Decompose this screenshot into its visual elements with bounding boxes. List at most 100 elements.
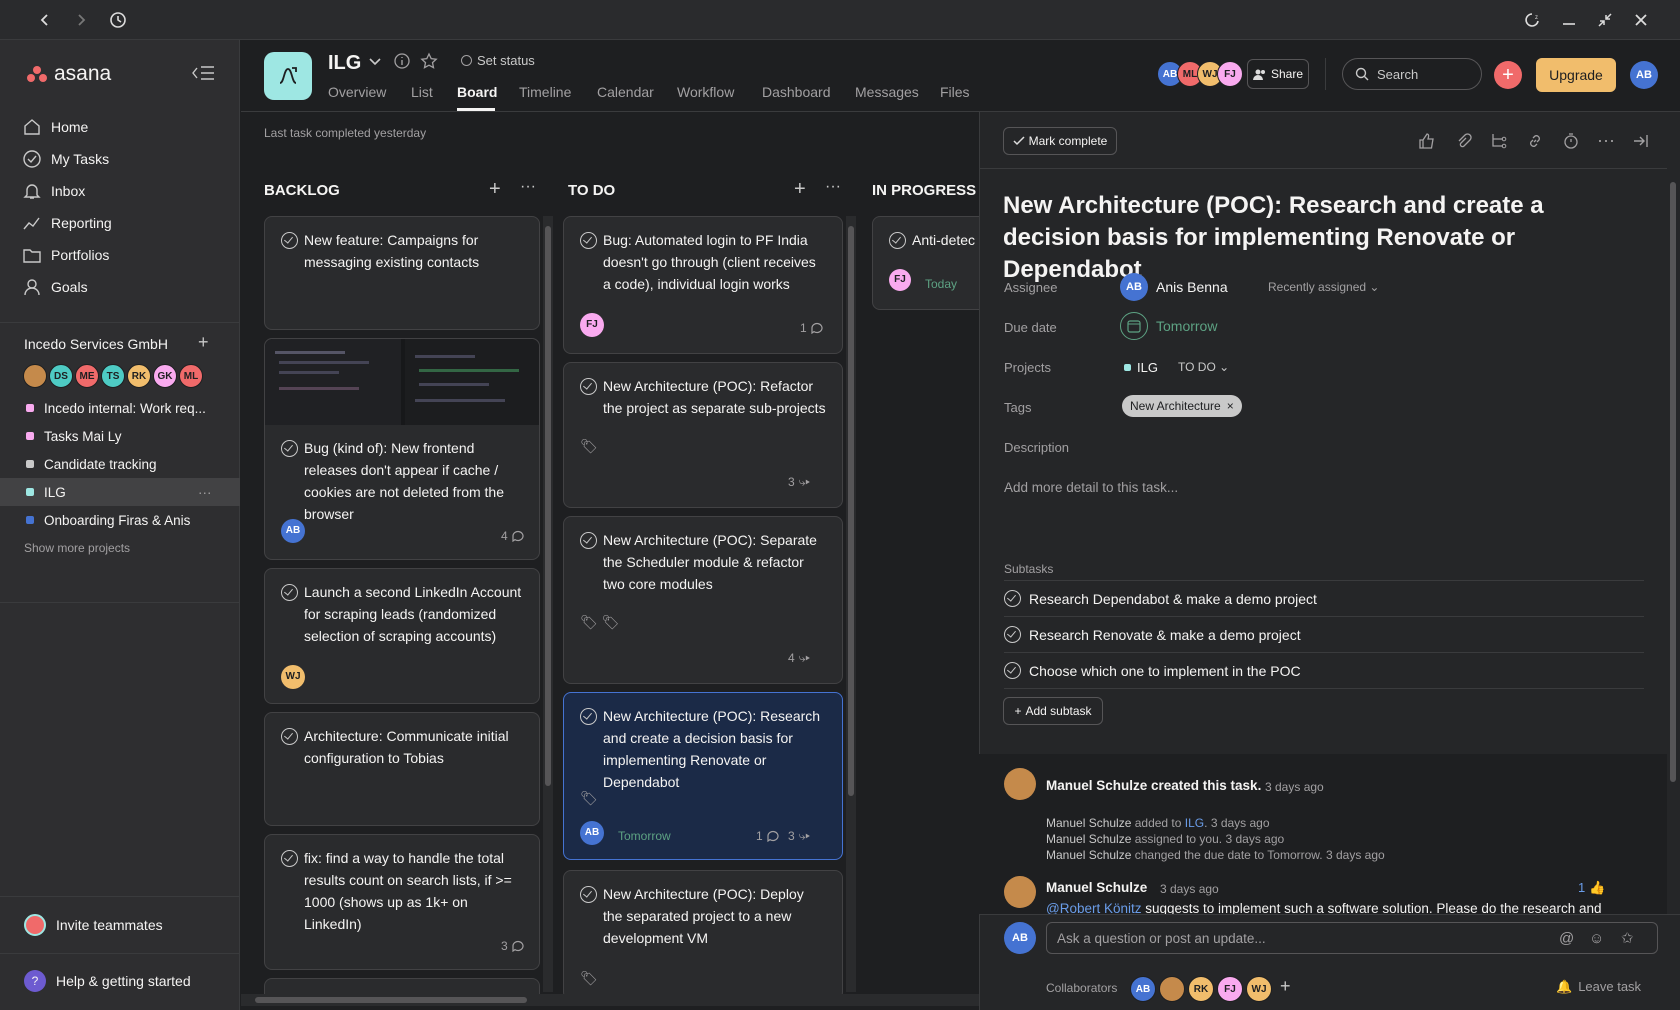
- board-card[interactable]: Bug: Automated login to PF India doesn't…: [563, 216, 843, 354]
- subtasks-icon[interactable]: [1490, 132, 1508, 153]
- scroll-thumb[interactable]: [255, 997, 527, 1003]
- member-avatar[interactable]: DS: [49, 364, 73, 388]
- sidebar-project-onboarding[interactable]: Onboarding Firas & Anis: [0, 506, 240, 534]
- add-task-icon[interactable]: +: [489, 178, 501, 201]
- board-card-selected[interactable]: New Architecture (POC): Research and cre…: [563, 692, 843, 860]
- panel-scrollbar[interactable]: [1668, 172, 1678, 912]
- check-icon[interactable]: [281, 232, 298, 249]
- column-title-todo[interactable]: TO DO: [568, 182, 615, 199]
- tab-timeline[interactable]: Timeline: [519, 84, 571, 100]
- add-task-icon[interactable]: +: [794, 178, 806, 201]
- nav-home[interactable]: Home: [22, 112, 88, 142]
- due-date[interactable]: Today: [925, 273, 957, 295]
- timer-icon[interactable]: [1562, 132, 1580, 153]
- board-card[interactable]: New feature: Campaigns for messaging exi…: [264, 216, 540, 330]
- snooze-icon[interactable]: z: [1518, 0, 1548, 40]
- check-icon[interactable]: [889, 232, 906, 249]
- subtask-row[interactable]: Choose which one to implement in the POC: [1004, 653, 1644, 689]
- add-subtask-button[interactable]: + Add subtask: [1003, 697, 1103, 725]
- member-avatar[interactable]: RK: [127, 364, 151, 388]
- description-input[interactable]: Add more detail to this task...: [1004, 480, 1178, 495]
- add-collaborator-icon[interactable]: +: [1280, 976, 1291, 997]
- tab-board[interactable]: Board: [457, 84, 497, 100]
- team-name[interactable]: Incedo Services GmbH: [24, 336, 168, 352]
- tag-chip[interactable]: New Architecture ×: [1122, 395, 1242, 417]
- sidebar-project-ilg[interactable]: ILG ···: [0, 478, 240, 506]
- user-avatar[interactable]: AB: [1630, 61, 1658, 89]
- member-avatar[interactable]: FJ: [1217, 976, 1243, 1002]
- sidebar-project-candidate[interactable]: Candidate tracking: [0, 450, 240, 478]
- help-getting-started[interactable]: ? Help & getting started: [24, 970, 191, 992]
- add-project-icon[interactable]: +: [198, 332, 209, 353]
- member-avatar[interactable]: FJ: [1217, 61, 1243, 87]
- project-link[interactable]: ILG: [1185, 816, 1204, 830]
- member-avatar[interactable]: TS: [101, 364, 125, 388]
- minimize-icon[interactable]: [1554, 0, 1584, 40]
- more-icon[interactable]: ···: [825, 178, 841, 196]
- nav-reporting[interactable]: Reporting: [22, 208, 112, 238]
- tab-dashboard[interactable]: Dashboard: [762, 84, 831, 100]
- board-card[interactable]: New Architecture (POC): Separate the Sch…: [563, 516, 843, 684]
- assignee-avatar[interactable]: AB: [281, 519, 305, 543]
- like-icon[interactable]: [1418, 132, 1436, 153]
- attachment-icon[interactable]: [1454, 132, 1472, 153]
- nav-inbox[interactable]: Inbox: [22, 176, 85, 206]
- tab-messages[interactable]: Messages: [855, 84, 919, 100]
- board-card[interactable]: Architecture: Communicate initial config…: [264, 712, 540, 826]
- sidebar-project-tasks-mai-ly[interactable]: Tasks Mai Ly: [0, 422, 240, 450]
- check-icon[interactable]: [281, 440, 298, 457]
- check-icon[interactable]: [281, 728, 298, 745]
- share-button[interactable]: Share: [1247, 59, 1309, 89]
- project-members[interactable]: AB ML WJ FJ: [1157, 61, 1243, 87]
- close-panel-icon[interactable]: [1632, 132, 1650, 153]
- member-avatar[interactable]: [1159, 976, 1185, 1002]
- tab-overview[interactable]: Overview: [328, 84, 386, 100]
- forward-icon[interactable]: [66, 0, 96, 40]
- column-scrollbar[interactable]: [543, 216, 553, 992]
- check-icon[interactable]: [580, 886, 597, 903]
- check-icon[interactable]: [580, 232, 597, 249]
- back-icon[interactable]: [30, 0, 60, 40]
- mention-icon[interactable]: @: [1559, 930, 1574, 947]
- info-icon[interactable]: [394, 53, 410, 72]
- restore-icon[interactable]: [1590, 0, 1620, 40]
- check-icon[interactable]: [580, 378, 597, 395]
- project-field[interactable]: ILG: [1124, 360, 1158, 375]
- collapse-sidebar-icon[interactable]: [190, 64, 216, 85]
- member-avatar[interactable]: GK: [153, 364, 177, 388]
- nav-my-tasks[interactable]: My Tasks: [22, 144, 109, 174]
- comment-input[interactable]: Ask a question or post an update... @ ☺ …: [1046, 922, 1658, 954]
- check-icon[interactable]: [580, 532, 597, 549]
- assignee-avatar[interactable]: FJ: [889, 269, 911, 291]
- subtask-count[interactable]: 3 ⤷▸: [788, 471, 810, 493]
- search-input[interactable]: Search: [1342, 58, 1482, 90]
- nav-portfolios[interactable]: Portfolios: [22, 240, 109, 270]
- collaborators-list[interactable]: AB RK FJ WJ: [1130, 976, 1272, 1002]
- chevron-down-icon[interactable]: [368, 54, 382, 71]
- due-date-field[interactable]: Tomorrow: [1120, 312, 1217, 340]
- member-avatar[interactable]: AB: [1130, 976, 1156, 1002]
- comment-author-avatar[interactable]: [1004, 876, 1036, 908]
- mention-link[interactable]: @Robert Könitz: [1046, 901, 1142, 914]
- subtask-row[interactable]: Research Renovate & make a demo project: [1004, 617, 1644, 653]
- due-date[interactable]: Tomorrow: [618, 825, 671, 847]
- create-button[interactable]: +: [1494, 61, 1522, 89]
- star-icon[interactable]: ✩: [1621, 929, 1634, 947]
- assignee-avatar[interactable]: FJ: [580, 313, 604, 337]
- check-icon[interactable]: [281, 850, 298, 867]
- task-title[interactable]: New Architecture (POC): Research and cre…: [1003, 190, 1623, 286]
- check-icon[interactable]: [281, 584, 298, 601]
- tab-list[interactable]: List: [411, 84, 433, 100]
- tab-files[interactable]: Files: [940, 84, 970, 100]
- board-card[interactable]: fix: find a way to handle the total resu…: [264, 834, 540, 970]
- more-icon[interactable]: ···: [1597, 130, 1615, 151]
- emoji-icon[interactable]: ☺: [1589, 930, 1604, 947]
- asana-logo[interactable]: asana: [26, 62, 111, 86]
- assignee-field[interactable]: AB Anis Benna: [1120, 273, 1228, 301]
- check-icon[interactable]: [1004, 662, 1021, 679]
- close-icon[interactable]: [1626, 0, 1656, 40]
- section-dropdown[interactable]: TO DO ⌄: [1178, 360, 1229, 374]
- creator-avatar[interactable]: [1004, 768, 1036, 800]
- board-card[interactable]: Bug (kind of): New frontend releases don…: [264, 338, 540, 560]
- project-icon[interactable]: [264, 52, 312, 100]
